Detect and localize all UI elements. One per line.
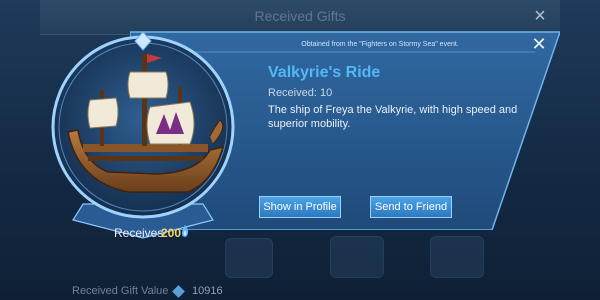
receives-value: 200 [161,226,182,240]
ship-medallion [51,32,235,239]
item-description: The ship of Freya the Valkyrie, with hig… [268,104,518,130]
close-icon[interactable]: ✕ [530,35,548,53]
gift-value: 10916 [192,285,223,297]
receives-label: Receives [114,226,164,240]
show-in-profile-button[interactable]: Show in Profile [259,196,341,218]
received-count: Received: 10 [268,87,333,99]
item-title: Valkyrie's Ride [268,64,381,81]
event-source-note: Obtained from the "Fighters on Stormy Se… [301,41,459,48]
flame-icon [182,225,189,237]
gift-value-label: Received Gift Value [72,285,169,297]
background-gift-item [330,236,384,278]
background-close-icon[interactable]: × [530,6,550,26]
send-to-friend-button[interactable]: Send to Friend [370,196,452,218]
background-gift-item [430,236,484,278]
background-title: Received Gifts [254,8,346,24]
